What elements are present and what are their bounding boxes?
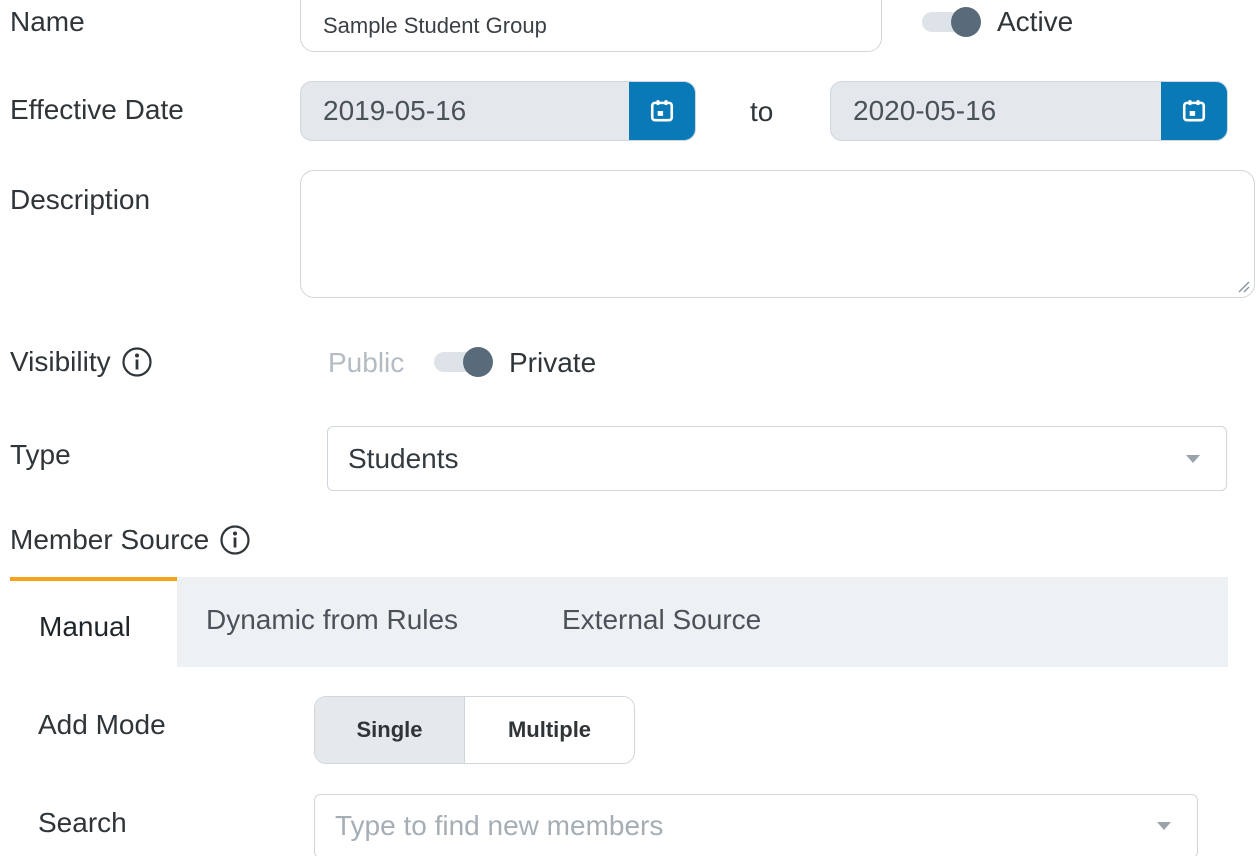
add-mode-single-button[interactable]: Single <box>315 697 465 763</box>
visibility-label-text: Visibility <box>10 346 111 377</box>
info-icon[interactable] <box>219 524 251 556</box>
effective-date-label: Effective Date <box>10 94 184 125</box>
tab-dynamic-from-rules[interactable]: Dynamic from Rules <box>206 577 458 667</box>
end-date-calendar-button[interactable] <box>1161 82 1227 140</box>
active-label: Active <box>997 6 1074 37</box>
member-source-tabs: Manual Dynamic from Rules External Sourc… <box>10 577 1228 667</box>
description-label: Description <box>10 184 151 215</box>
type-select[interactable]: Students <box>327 426 1227 491</box>
member-source-label: Member Source <box>10 524 251 556</box>
calendar-icon <box>1182 100 1206 122</box>
visibility-public-label: Public <box>328 347 405 378</box>
add-mode-label: Add Mode <box>38 709 166 740</box>
tab-manual[interactable]: Manual <box>10 577 177 667</box>
search-member-select[interactable]: Type to find new members <box>314 794 1198 856</box>
type-label: Type <box>10 439 71 470</box>
start-date-value[interactable]: 2019-05-16 <box>301 82 629 140</box>
start-date-calendar-button[interactable] <box>629 82 695 140</box>
visibility-toggle[interactable] <box>434 346 494 378</box>
search-label: Search <box>38 807 127 838</box>
add-mode-multiple-button[interactable]: Multiple <box>465 697 634 763</box>
tab-external-source[interactable]: External Source <box>562 577 761 667</box>
start-date-field[interactable]: 2019-05-16 <box>300 81 696 141</box>
visibility-toggle-knob <box>463 347 493 377</box>
visibility-private-label: Private <box>509 347 597 378</box>
type-select-value: Students <box>348 442 459 474</box>
chevron-down-icon <box>1186 454 1200 463</box>
chevron-down-icon <box>1157 822 1171 830</box>
active-toggle-knob <box>951 7 981 37</box>
end-date-field[interactable]: 2020-05-16 <box>830 81 1228 141</box>
calendar-icon <box>650 100 674 122</box>
info-icon[interactable] <box>121 346 153 378</box>
name-input[interactable]: Sample Student Group <box>300 0 882 52</box>
resize-grip-icon[interactable] <box>1236 279 1250 293</box>
date-separator: to <box>750 96 774 127</box>
description-textarea[interactable] <box>300 170 1255 298</box>
add-mode-segmented-control: Single Multiple <box>314 696 635 764</box>
visibility-label: Visibility <box>10 346 153 378</box>
search-placeholder: Type to find new members <box>335 810 664 841</box>
name-label: Name <box>10 6 85 37</box>
active-toggle[interactable] <box>922 6 982 38</box>
member-source-label-text: Member Source <box>10 524 210 555</box>
end-date-value[interactable]: 2020-05-16 <box>831 82 1161 140</box>
name-input-value: Sample Student Group <box>323 12 547 38</box>
